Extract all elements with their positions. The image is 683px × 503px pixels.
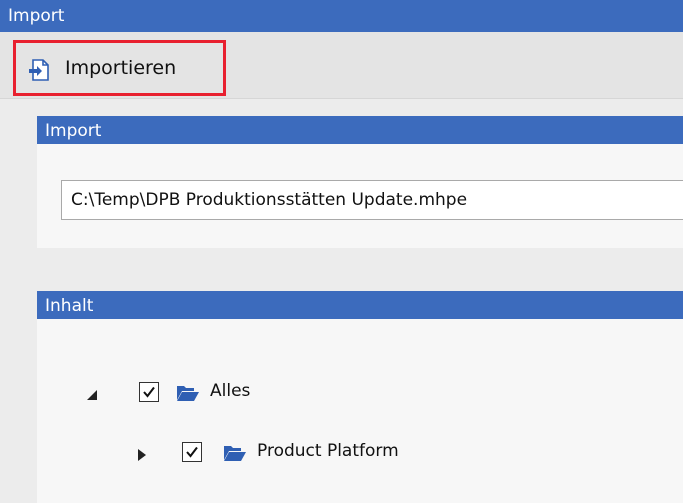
tree-node-label: Alles (210, 381, 251, 401)
tree-node-product-platform-checkbox[interactable] (182, 442, 202, 462)
import-group: Import (37, 116, 683, 248)
import-group-header: Import (37, 116, 683, 144)
window-title: Import (0, 0, 683, 32)
triangle-right-icon[interactable] (135, 447, 149, 461)
tree-node-alles-checkbox[interactable] (139, 382, 159, 402)
tree-node-label: Product Platform (257, 441, 399, 461)
import-button[interactable]: Importieren (13, 40, 226, 96)
import-icon (28, 58, 50, 82)
import-button-label: Importieren (65, 57, 177, 79)
triangle-down-icon[interactable] (85, 387, 99, 401)
content-group: Inhalt Alles Product Platform (37, 291, 683, 503)
toolbar: Importieren (0, 32, 683, 99)
folder-open-icon (223, 443, 247, 463)
folder-open-icon (176, 383, 200, 403)
content-group-header: Inhalt (37, 291, 683, 319)
file-path-input[interactable] (61, 180, 683, 220)
